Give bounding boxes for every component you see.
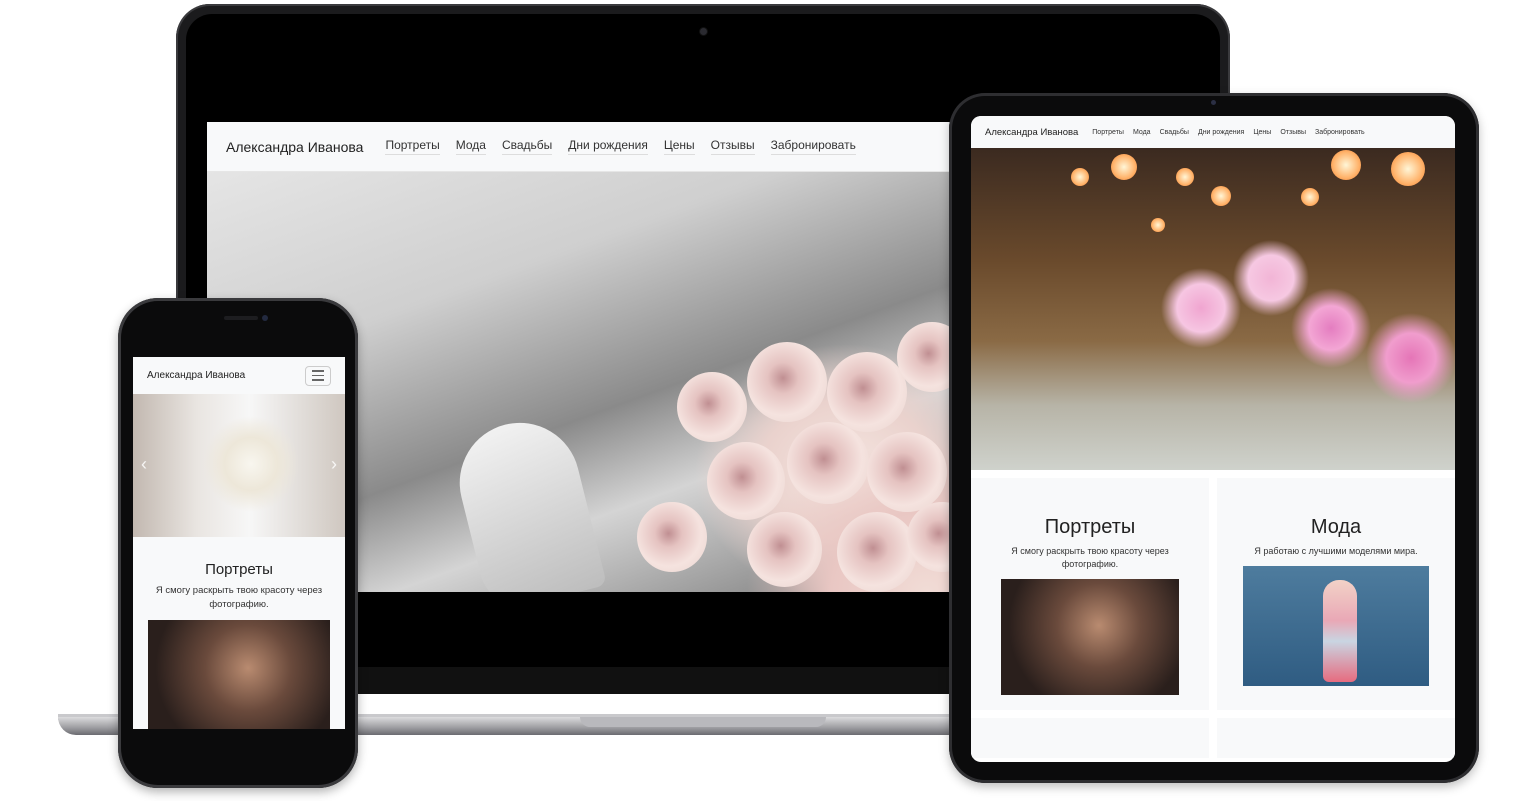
nav-link-birthdays[interactable]: Дни рождения [1198,129,1244,136]
card-title: Портреты [1044,516,1136,538]
card-image-portrait [1001,579,1179,695]
hero-lantern [1331,150,1361,180]
laptop-base-notch [580,717,826,727]
card-text: Я смогу раскрыть твою красоту через фото… [155,585,323,610]
hero-lantern [1151,218,1165,232]
hero-rose [707,442,785,520]
card-title: Портреты [205,561,273,578]
card-text: Я работаю с лучшими моделями мира. [1254,546,1418,556]
card-portraits[interactable]: Портреты Я смогу раскрыть твою красоту ч… [133,537,345,729]
card-image-fashion [1243,566,1429,686]
hero-lantern [1301,188,1319,206]
card-text: Я смогу раскрыть твою красоту через фото… [1011,546,1169,569]
hero-lantern [1176,168,1194,186]
phone-camera-icon [262,315,268,321]
nav-link-weddings[interactable]: Свадьбы [501,138,553,155]
card-placeholder [971,718,1209,758]
hero-rose [837,512,917,592]
nav-link-booking[interactable]: Забронировать [1315,129,1365,136]
card-image-portrait [148,620,330,729]
nav-link-birthdays[interactable]: Дни рождения [568,138,648,155]
nav-link-prices[interactable]: Цены [1253,129,1271,136]
hero-rose [677,372,747,442]
nav-link-portraits[interactable]: Портреты [1092,129,1124,136]
phone-speaker [224,316,258,320]
navbar-brand[interactable]: Александра Иванова [147,370,245,381]
nav-link-reviews[interactable]: Отзывы [1280,129,1306,136]
hero-rose [637,502,707,572]
hero-lantern [1391,152,1425,186]
hero-rose [787,422,869,504]
tablet-screen: Александра Иванова Портреты Мода Свадьбы… [971,116,1455,762]
card-title: Мода [1310,516,1362,538]
phone-screen: Александра Иванова ‹ › Портреты Я смогу … [133,357,345,729]
hero-carousel-bouquet: ‹ › [133,394,345,537]
chevron-right-icon[interactable]: › [331,454,337,475]
hero-rose [827,352,907,432]
hero-lantern [1071,168,1089,186]
navbar-brand[interactable]: Александра Иванова [985,127,1078,138]
hero-lantern [1211,186,1231,206]
nav-link-weddings[interactable]: Свадьбы [1160,129,1189,136]
nav-link-booking[interactable]: Забронировать [770,138,856,155]
laptop-camera-icon [700,28,707,35]
nav-link-portraits[interactable]: Портреты [385,138,440,155]
chevron-left-icon[interactable]: ‹ [141,454,147,475]
laptop-navbar: Александра Иванова Портреты Мода Свадьбы… [207,122,967,172]
hero-shoe-shape [447,410,607,592]
tablet-camera-icon [1211,100,1216,105]
card-fashion[interactable]: Мода Я работаю с лучшими моделями мира. [1217,478,1455,710]
nav-link-reviews[interactable]: Отзывы [710,138,755,155]
nav-link-prices[interactable]: Цены [663,138,695,155]
tablet-card-grid: Портреты Я смогу раскрыть твою красоту ч… [971,470,1455,758]
nav-link-fashion[interactable]: Мода [455,138,486,155]
hero-lantern [1111,154,1137,180]
hamburger-icon[interactable] [305,365,331,386]
phone-navbar: Александра Иванова [133,357,345,394]
hero-rose [867,432,947,512]
card-placeholder [1217,718,1455,758]
navbar-brand[interactable]: Александра Иванова [226,139,363,155]
card-portraits[interactable]: Портреты Я смогу раскрыть твою красоту ч… [971,478,1209,710]
hero-rose [747,512,822,587]
device-mockup-stage: Александра Иванова Портреты Мода Свадьбы… [0,0,1518,801]
hero-rose [747,342,827,422]
tablet-navbar: Александра Иванова Портреты Мода Свадьбы… [971,116,1455,148]
nav-link-fashion[interactable]: Мода [1133,129,1151,136]
hero-image-table-setting [971,148,1455,470]
model-figure [1323,580,1357,682]
